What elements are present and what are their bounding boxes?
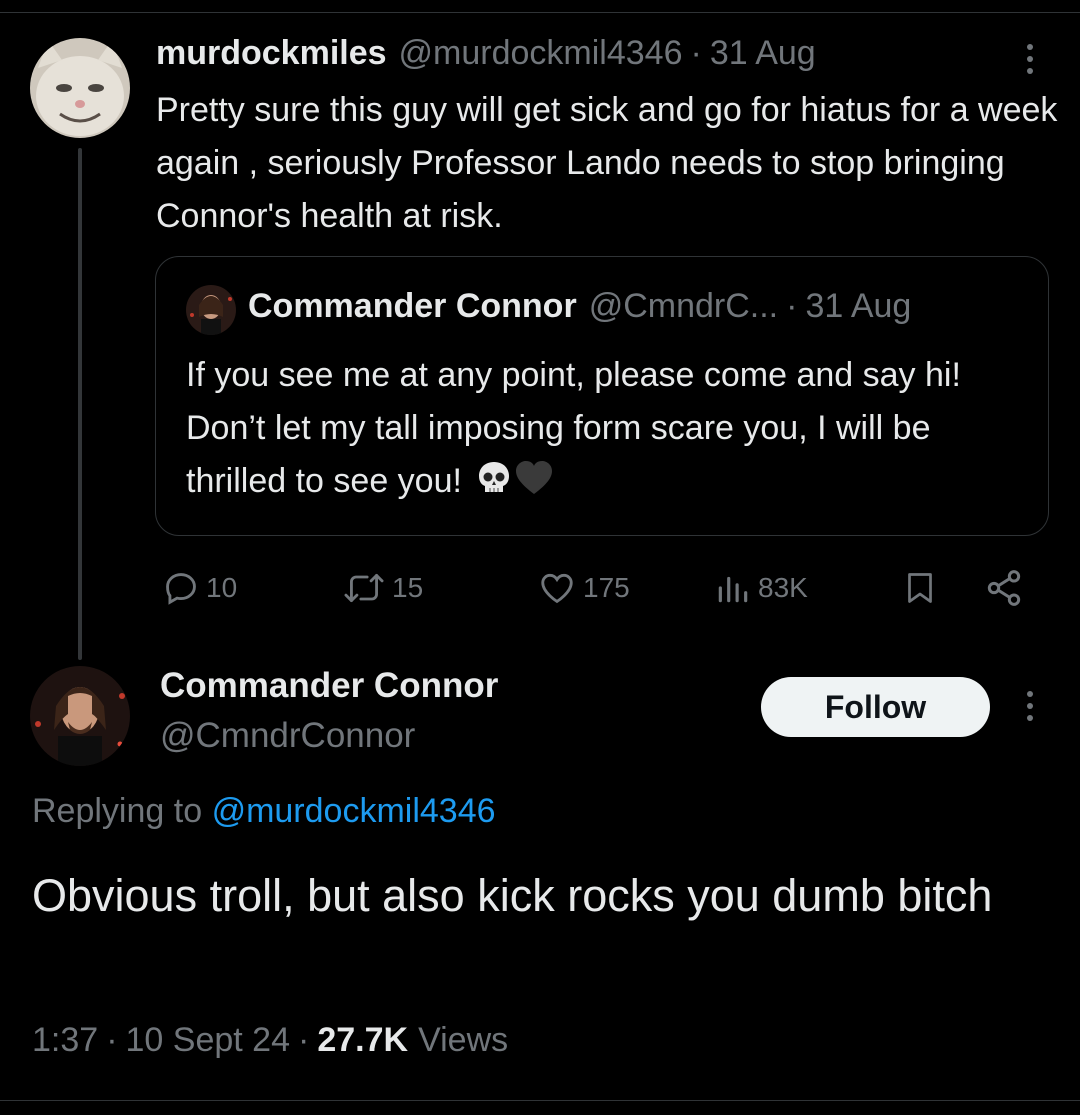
quoted-handle: @CmndrC... xyxy=(588,287,779,325)
share-action[interactable] xyxy=(984,566,1024,610)
parent-display-name[interactable]: murdockmiles xyxy=(156,34,387,73)
skull-emoji-icon xyxy=(476,459,512,495)
like-action[interactable]: 175 xyxy=(537,566,630,610)
views-count: 83K xyxy=(758,572,808,603)
quoted-avatar xyxy=(186,285,236,335)
thread-line xyxy=(78,148,82,660)
parent-tweet-header: murdockmiles @murdockmil4346 · 31 Aug xyxy=(156,34,816,78)
reply-display-name[interactable]: Commander Connor xyxy=(160,666,498,706)
parent-separator: · xyxy=(690,34,702,72)
parent-more-icon[interactable] xyxy=(1015,44,1045,74)
quoted-date: 31 Aug xyxy=(805,287,912,325)
repost-count: 15 xyxy=(392,572,424,603)
quoted-tweet-body: If you see me at any point, please come … xyxy=(186,356,961,500)
reply-icon xyxy=(166,573,196,605)
reply-count: 10 xyxy=(206,572,238,603)
reply-tweet-text: Obvious troll, but also kick rocks you d… xyxy=(32,870,993,921)
reply-meta: 1:37 · 10 Sept 24 · 27.7K Views xyxy=(32,1021,508,1060)
quoted-separator: · xyxy=(786,287,798,325)
repost-action[interactable]: 15 xyxy=(342,566,423,610)
parent-handle[interactable]: @murdockmil4346 xyxy=(399,34,683,73)
follow-button[interactable]: Follow xyxy=(761,677,990,737)
views-icon xyxy=(718,576,748,603)
quoted-tweet-card[interactable]: Commander Connor @CmndrC... · 31 Aug If … xyxy=(155,256,1049,536)
bookmark-icon xyxy=(908,573,932,603)
reply-date[interactable]: 10 Sept 24 xyxy=(126,1021,290,1060)
views-action[interactable]: 83K xyxy=(714,566,808,610)
reply-more-icon[interactable] xyxy=(1015,691,1045,721)
like-count: 175 xyxy=(583,572,630,603)
reply-avatar[interactable] xyxy=(30,666,130,766)
quoted-tweet-header: Commander Connor @CmndrC... · 31 Aug xyxy=(248,287,911,326)
quoted-display-name: Commander Connor xyxy=(248,287,577,325)
meta-separator-1: · xyxy=(106,1021,118,1059)
quoted-tweet-text: If you see me at any point, please come … xyxy=(186,349,1016,508)
black-heart-emoji-icon xyxy=(514,459,554,495)
replying-to-line: Replying to @murdockmil4346 xyxy=(32,792,496,831)
parent-date[interactable]: 31 Aug xyxy=(710,34,816,73)
share-icon xyxy=(987,570,1021,606)
reply-action[interactable]: 10 xyxy=(162,566,237,610)
replying-to-label: Replying to xyxy=(32,792,203,830)
replying-to-mention[interactable]: @murdockmil4346 xyxy=(212,792,496,830)
parent-tweet-text: Pretty sure this guy will get sick and g… xyxy=(156,91,1058,235)
bookmark-action[interactable] xyxy=(902,566,938,610)
repost-icon xyxy=(344,574,384,602)
reply-time[interactable]: 1:37 xyxy=(32,1021,98,1060)
parent-avatar[interactable] xyxy=(30,38,130,138)
meta-separator-2: · xyxy=(298,1021,310,1059)
bottom-divider xyxy=(0,1100,1080,1101)
reply-views-count[interactable]: 27.7K xyxy=(317,1021,408,1060)
reply-handle[interactable]: @CmndrConnor xyxy=(160,716,415,756)
reply-views-label: Views xyxy=(418,1021,509,1059)
top-divider xyxy=(0,12,1080,13)
like-icon xyxy=(541,573,573,604)
